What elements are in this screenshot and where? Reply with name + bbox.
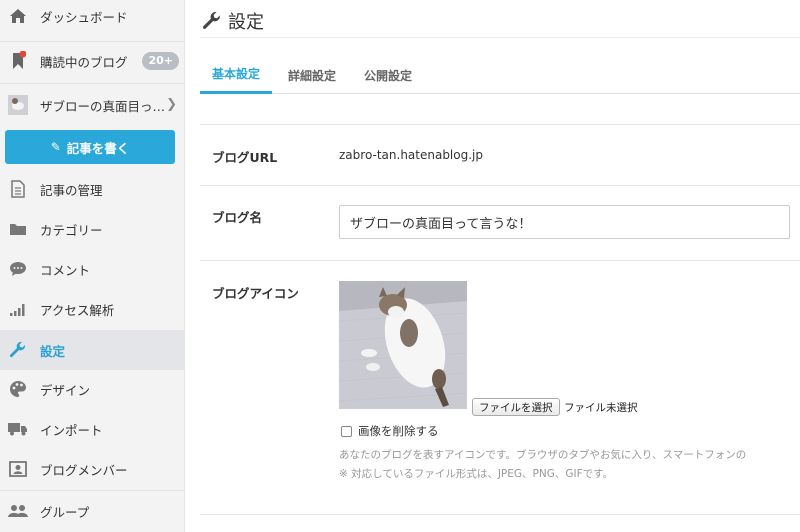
divider (200, 124, 800, 125)
sidebar-item-article-management[interactable]: 記事の管理 (0, 169, 185, 209)
divider (200, 260, 800, 261)
wrench-icon (8, 340, 28, 360)
sidebar-item-groups[interactable]: グループ (0, 491, 185, 531)
write-article-button[interactable]: ✎ 記事を書く (5, 130, 175, 164)
truck-icon (8, 419, 28, 439)
sidebar-item-dashboard[interactable]: ダッシュボード (0, 0, 185, 36)
sidebar-item-subscribed-blogs[interactable]: 購読中のブログ 20+ (0, 41, 185, 81)
sidebar-item-label: 記事の管理 (40, 182, 103, 198)
sidebar-item-label: コメント (40, 262, 91, 278)
delete-image-label: 画像を削除する (358, 424, 439, 438)
file-status-text: ファイル未選択 (564, 402, 638, 414)
sidebar-item-label: グループ (40, 504, 90, 520)
tab-publish-settings[interactable]: 公開設定 (352, 56, 424, 94)
page-title: 設定 (202, 8, 264, 34)
blog-icon-label: ブログアイコン (212, 286, 299, 301)
folder-icon (8, 219, 28, 239)
wrench-icon (202, 12, 220, 29)
sidebar-item-comments[interactable]: コメント (0, 249, 185, 289)
chevron-right-icon: ❯ (166, 97, 177, 112)
main-content: 設定 基本設定 詳細設定 公開設定 ブログURL zabro-tan.haten… (186, 0, 800, 532)
group-icon (8, 501, 28, 521)
delete-image-checkbox[interactable] (341, 425, 352, 437)
sidebar-item-label: インポート (40, 422, 103, 438)
divider (200, 514, 800, 515)
divider (200, 185, 800, 186)
document-icon (8, 179, 28, 199)
blog-icon-image (339, 281, 467, 409)
sidebar-item-label: 設定 (40, 343, 66, 359)
bookmark-icon (8, 51, 28, 71)
unread-count-badge: 20+ (142, 52, 179, 70)
delete-image-option[interactable]: 画像を削除する (341, 423, 439, 439)
write-article-label: 記事を書く (66, 140, 130, 156)
sidebar-item-label: 購読中のブログ (40, 54, 128, 70)
blog-name-label: ブログ名 (212, 210, 263, 225)
sidebar-item-settings[interactable]: 設定 (0, 330, 185, 370)
sidebar-item-label: ダッシュボード (40, 9, 128, 25)
tab-basic-settings[interactable]: 基本設定 (200, 56, 273, 94)
help-text: あなたのブログを表すアイコンです。ブラウザのタブやお気に入り、スマートフォンの (339, 449, 747, 461)
sidebar-item-label: ブログメンバー (40, 462, 128, 478)
edit-icon: ✎ (50, 140, 61, 154)
sidebar-item-label: アクセス解析 (40, 302, 115, 318)
member-card-icon (8, 459, 28, 479)
divider (0, 83, 185, 84)
blog-name-label: ザブローの真面目っ… (40, 98, 166, 114)
settings-tabs: 基本設定 詳細設定 公開設定 (200, 56, 800, 94)
sidebar-item-label: カテゴリー (40, 222, 103, 238)
speech-bubble-icon (8, 259, 28, 279)
tab-detailed-settings[interactable]: 詳細設定 (276, 56, 348, 94)
blog-name-input[interactable] (339, 205, 790, 239)
sidebar-item-design[interactable]: デザイン (0, 369, 185, 409)
blog-thumbnail (8, 95, 28, 115)
page-title-text: 設定 (228, 12, 264, 33)
file-format-note: ※ 対応しているファイル形式は、JPEG、PNG、GIFです。 (339, 468, 614, 480)
bar-chart-icon (8, 299, 28, 319)
blog-url-label: ブログURL (212, 150, 278, 165)
sidebar-item-access-analytics[interactable]: アクセス解析 (0, 289, 185, 329)
sidebar-item-categories[interactable]: カテゴリー (0, 209, 185, 249)
sidebar-item-blog-switcher[interactable]: ザブローの真面目っ… ❯ (0, 85, 185, 125)
blog-url-value: zabro-tan.hatenablog.jp (339, 148, 483, 162)
choose-file-button[interactable]: ファイルを選択 (472, 398, 560, 416)
divider (200, 37, 800, 38)
home-icon (8, 6, 28, 26)
palette-icon (8, 379, 28, 399)
sidebar-item-import[interactable]: インポート (0, 409, 185, 449)
sidebar-item-label: デザイン (40, 382, 91, 398)
sidebar: ダッシュボード 購読中のブログ 20+ ザブローの真面目っ… ❯ ✎ 記事を書く… (0, 0, 185, 532)
sidebar-item-blog-members[interactable]: ブログメンバー (0, 449, 185, 489)
